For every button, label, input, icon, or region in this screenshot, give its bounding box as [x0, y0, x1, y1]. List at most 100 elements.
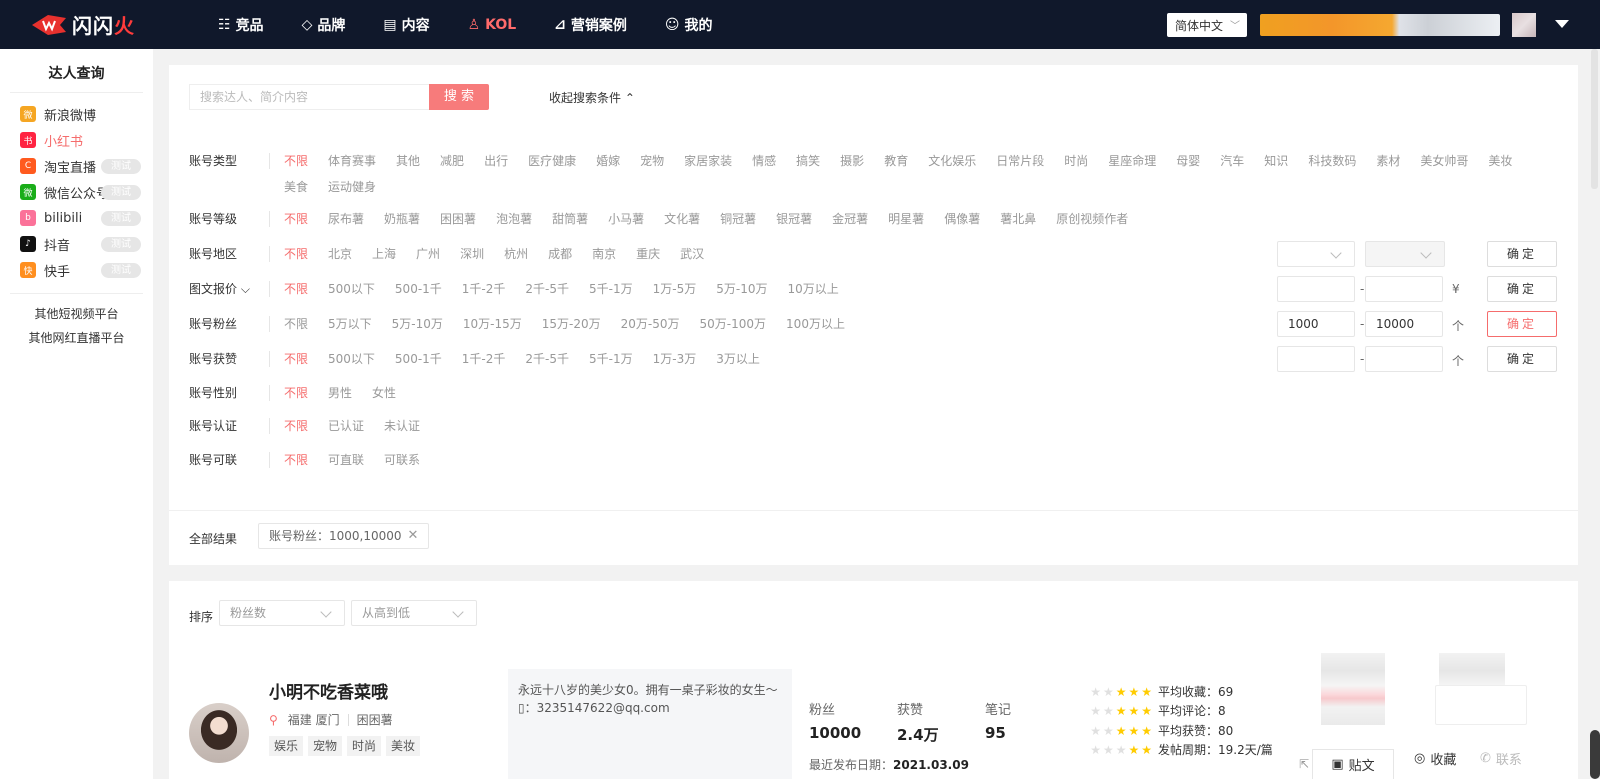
filter-option[interactable]: 1千-2千	[462, 351, 506, 367]
filter-option[interactable]: 重庆	[636, 246, 660, 262]
filter-option[interactable]: 不限	[284, 316, 308, 332]
price-min-input[interactable]	[1277, 276, 1355, 302]
fans-max-input[interactable]: 10000	[1365, 311, 1443, 337]
filter-option[interactable]: 成都	[548, 246, 572, 262]
filter-option[interactable]: 广州	[416, 246, 440, 262]
filter-option[interactable]: 汽车	[1220, 153, 1244, 169]
collapse-filters-toggle[interactable]: 收起搜索条件 ⌃	[549, 89, 635, 106]
filter-option[interactable]: 宠物	[640, 153, 664, 169]
filter-option[interactable]: 小马薯	[608, 211, 644, 227]
filter-option[interactable]: 婚嫁	[596, 153, 620, 169]
filter-option[interactable]: 不限	[284, 418, 308, 434]
filter-option[interactable]: 尿布薯	[328, 211, 364, 227]
filter-option[interactable]: 困困薯	[440, 211, 476, 227]
close-icon[interactable]: ✕	[408, 524, 419, 548]
nav-brand[interactable]: ◇ 品牌	[302, 15, 346, 35]
filter-option[interactable]: 可联系	[384, 452, 420, 468]
filter-option[interactable]: 美女帅哥	[1420, 153, 1468, 169]
filter-option[interactable]: 10万-15万	[463, 316, 522, 332]
filter-option[interactable]: 文化娱乐	[928, 153, 976, 169]
filter-option[interactable]: 铜冠薯	[720, 211, 756, 227]
search-icon[interactable]: ⚲	[269, 713, 278, 727]
filter-option[interactable]: 女性	[372, 385, 396, 401]
filter-option[interactable]: 5千-1万	[589, 351, 633, 367]
language-select[interactable]: 简体中文 ﹀	[1167, 13, 1247, 37]
sort-order-select[interactable]: 从高到低	[351, 600, 477, 626]
search-button[interactable]: 搜 索	[429, 84, 489, 110]
filter-option[interactable]: 金冠薯	[832, 211, 868, 227]
filter-option[interactable]: 体育赛事	[328, 153, 376, 169]
filter-option[interactable]: 南京	[592, 246, 616, 262]
filter-option[interactable]: 500以下	[328, 281, 375, 297]
post-button[interactable]: ▣ 贴文	[1312, 749, 1394, 779]
post-thumbnail[interactable]	[1321, 653, 1385, 725]
filter-option[interactable]: 不限	[284, 211, 308, 227]
filter-option[interactable]: 减肥	[440, 153, 464, 169]
filter-option[interactable]: 不限	[284, 153, 308, 169]
filter-option[interactable]: 不限	[284, 385, 308, 401]
filter-option[interactable]: 未认证	[384, 418, 420, 434]
city-select[interactable]	[1365, 241, 1445, 267]
filter-option[interactable]: 杭州	[504, 246, 528, 262]
sidebar-item-xiaohongshu[interactable]: 书小红书	[0, 127, 153, 153]
search-input[interactable]: 搜索达人、简介内容	[189, 84, 429, 110]
filter-option[interactable]: 1万-3万	[653, 351, 697, 367]
filter-option[interactable]: 不限	[284, 281, 308, 297]
kol-name[interactable]: 小明不吃香菜哦	[269, 678, 388, 703]
filter-option[interactable]: 美食	[284, 179, 308, 195]
filter-option[interactable]: 20万-50万	[621, 316, 680, 332]
sidebar-item-taobao-live[interactable]: C 淘宝直播 测试	[0, 153, 153, 179]
fans-min-input[interactable]: 1000	[1277, 311, 1355, 337]
contact-button[interactable]: ✆ 联系	[1480, 749, 1522, 768]
nav-cases[interactable]: ⊿ 营销案例	[554, 15, 627, 35]
filter-option[interactable]: 家居家装	[684, 153, 732, 169]
filter-option[interactable]: 星座命理	[1108, 153, 1156, 169]
filter-option[interactable]: 深圳	[460, 246, 484, 262]
filter-option[interactable]: 科技数码	[1308, 153, 1356, 169]
filter-option[interactable]: 500-1千	[395, 351, 442, 367]
kol-avatar[interactable]	[189, 703, 249, 763]
filter-option[interactable]: 泡泡薯	[496, 211, 532, 227]
filter-option[interactable]: 5万-10万	[716, 281, 767, 297]
filter-option[interactable]: 2千-5千	[525, 351, 569, 367]
likes-confirm-button[interactable]: 确定	[1487, 346, 1557, 372]
favorite-button[interactable]: ◎ 收藏	[1414, 749, 1456, 768]
logo[interactable]: 闪闪火	[30, 10, 180, 39]
filter-option[interactable]: 搞笑	[796, 153, 820, 169]
nav-kol[interactable]: ♙ KOL	[468, 17, 517, 33]
filter-option[interactable]: 不限	[284, 246, 308, 262]
sidebar-link-live[interactable]: 其他网红直播平台	[0, 326, 153, 350]
filter-option[interactable]: 教育	[884, 153, 908, 169]
nav-competitors[interactable]: ☷ 竞品	[218, 15, 264, 35]
scrollbar-thumb[interactable]	[1591, 49, 1598, 189]
filter-option[interactable]: 情感	[752, 153, 776, 169]
filter-option[interactable]: 其他	[396, 153, 420, 169]
caret-down-icon[interactable]	[1555, 20, 1569, 28]
filter-option[interactable]: 运动健身	[328, 179, 376, 195]
filter-option[interactable]: 武汉	[680, 246, 704, 262]
filter-option[interactable]: 5万-10万	[392, 316, 443, 332]
sidebar-link-short-video[interactable]: 其他短视频平台	[0, 302, 153, 326]
filter-option[interactable]: 2千-5千	[525, 281, 569, 297]
filter-option[interactable]: 原创视频作者	[1056, 211, 1128, 227]
filter-option[interactable]: 日常片段	[996, 153, 1044, 169]
filter-option[interactable]: 时尚	[1064, 153, 1088, 169]
filter-option[interactable]: 100万以上	[786, 316, 845, 332]
user-info-blurred[interactable]	[1260, 14, 1500, 36]
filter-option[interactable]: 1万-5万	[653, 281, 697, 297]
sort-by-select[interactable]: 粉丝数	[219, 600, 345, 626]
sidebar-item-weibo[interactable]: 微新浪微博	[0, 101, 153, 127]
filter-option[interactable]: 银冠薯	[776, 211, 812, 227]
filter-option[interactable]: 可直联	[328, 452, 364, 468]
filter-option[interactable]: 甜筒薯	[552, 211, 588, 227]
likes-max-input[interactable]	[1365, 346, 1443, 372]
nav-mine[interactable]: ☺ 我的	[665, 15, 713, 35]
filter-option[interactable]: 5万以下	[328, 316, 372, 332]
region-confirm-button[interactable]: 确定	[1487, 241, 1557, 267]
filter-option[interactable]: 北京	[328, 246, 352, 262]
sidebar-item-bilibili[interactable]: b bilibili 测试	[0, 205, 153, 231]
filter-option[interactable]: 文化薯	[664, 211, 700, 227]
scrollbar-thumb-bottom[interactable]	[1590, 730, 1600, 779]
sidebar-item-douyin[interactable]: ♪ 抖音 测试	[0, 231, 153, 257]
filter-option[interactable]: 偶像薯	[944, 211, 980, 227]
